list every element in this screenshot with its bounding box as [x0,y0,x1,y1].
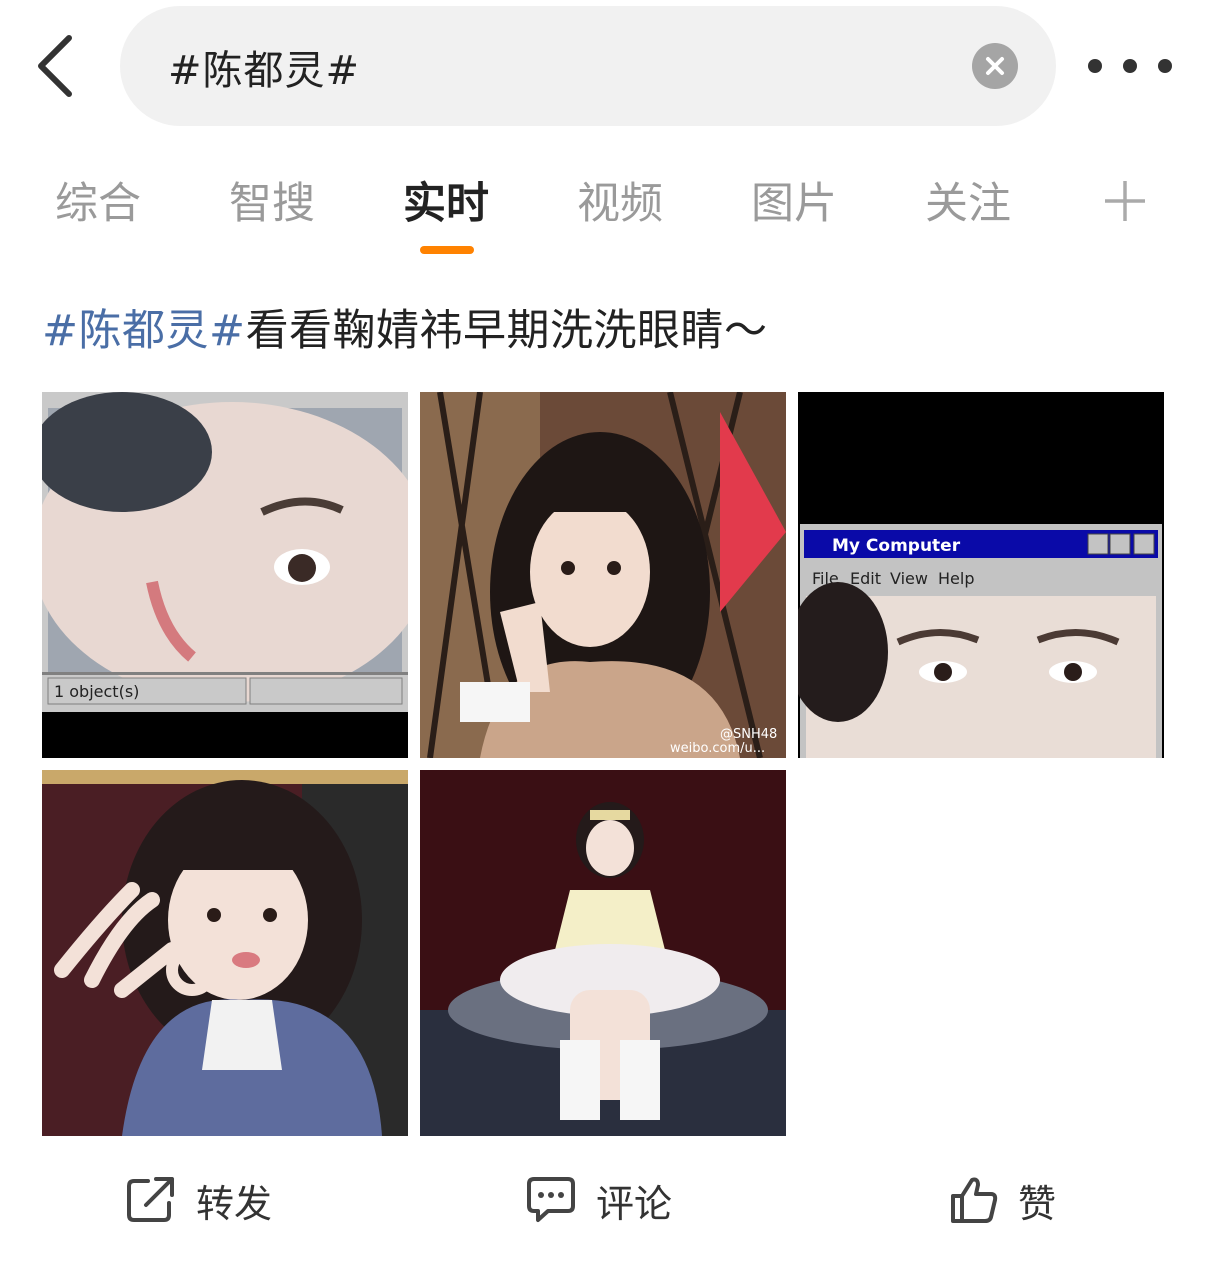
like-label: 赞 [1018,1181,1057,1226]
post-image-3[interactable]: My Computer File Edit View Help [798,392,1164,758]
add-tab-button[interactable] [1102,178,1148,224]
image-status-text: 1 object(s) [54,682,139,701]
search-input[interactable]: #陈都灵# [168,38,360,96]
like-button[interactable]: 赞 [950,1168,1056,1232]
post-image-2[interactable]: @SNH48 weibo.com/u... [420,392,786,758]
more-options-button[interactable] [1088,46,1172,86]
post-image-4[interactable] [42,770,408,1136]
comment-label: 评论 [596,1181,673,1226]
post-text: #陈都灵#看看鞠婧祎早期洗洗眼睛～ [42,296,768,358]
clear-search-button[interactable] [972,43,1018,89]
tab-following[interactable]: 关注 [925,172,1011,236]
repost-label: 转发 [196,1181,273,1226]
tab-images[interactable]: 图片 [751,172,837,236]
image-watermark-url: weibo.com/u... [670,741,765,756]
comment-button[interactable]: 评论 [526,1168,672,1232]
search-bar[interactable]: #陈都灵# [120,6,1056,126]
repost-button[interactable]: 转发 [126,1168,272,1232]
hashtag-link[interactable]: #陈都灵# [42,306,246,356]
tab-smart-search[interactable]: 智搜 [229,172,315,236]
active-tab-indicator [420,246,474,254]
menu-edit: Edit [850,569,881,588]
thumbs-up-icon [951,1177,998,1223]
post-body: 看看鞠婧祎早期洗洗眼睛～ [245,306,768,356]
tab-realtime[interactable]: 实时 [403,172,489,236]
share-icon [127,1177,174,1222]
post-image-1[interactable]: 1 object(s) [42,392,408,758]
close-icon [986,57,1004,75]
back-button[interactable] [20,28,90,104]
tab-comprehensive[interactable]: 综合 [55,172,141,236]
post-image-5[interactable] [420,770,786,1136]
image-watermark: @SNH48 [720,727,777,742]
menu-view: View [890,569,928,588]
more-horizontal-icon [1088,59,1102,73]
chevron-left-icon [38,35,72,97]
window-title: My Computer [832,536,961,556]
plus-icon [1105,181,1145,221]
menu-help: Help [938,569,974,588]
comment-icon [527,1177,575,1222]
tab-video[interactable]: 视频 [577,172,663,236]
